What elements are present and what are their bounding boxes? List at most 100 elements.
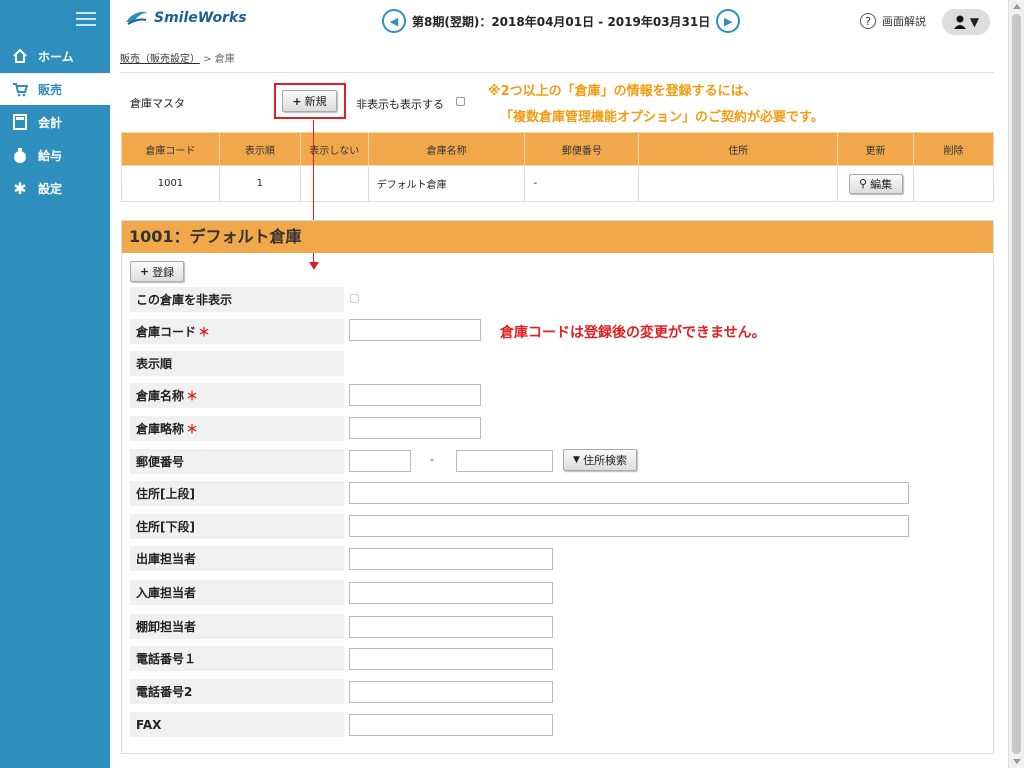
sidebar-item-accounting[interactable]: 会計	[0, 106, 110, 138]
address-search-button[interactable]: ▼ 住所検索	[563, 449, 637, 471]
zip2-input[interactable]	[456, 450, 553, 472]
sidebar-item-settings[interactable]: ✱ 設定	[0, 172, 110, 204]
sidebar-item-sales[interactable]: 販売	[0, 73, 110, 105]
column-header: 住所	[638, 132, 839, 166]
form-title: 1001：デフォルト倉庫	[122, 221, 993, 253]
form-row-tel2: 電話番号2	[130, 679, 344, 704]
sidebar-item-payroll[interactable]: 給与	[0, 139, 110, 171]
field-label: 倉庫略称＊	[130, 416, 344, 441]
form-row-addr1: 住所[上段]	[130, 481, 344, 506]
cell-code: 1001	[121, 165, 220, 202]
breadcrumb: 販売（販売設定） > 倉庫	[120, 50, 235, 65]
cell-delete	[913, 165, 994, 202]
field-label: 入庫担当者	[130, 580, 344, 605]
breadcrumb-link-sales[interactable]: 販売（販売設定）	[120, 54, 200, 65]
cell-zip: -	[524, 165, 640, 202]
sidebar-item-label: 販売	[38, 82, 63, 97]
field-label: FAX	[130, 712, 344, 737]
field-label: 倉庫名称＊	[130, 383, 344, 408]
search-icon: ⚲	[859, 177, 868, 190]
zip1-input[interactable]	[349, 450, 411, 472]
address-search-label: 住所検索	[582, 454, 627, 467]
edit-button[interactable]: ⚲ 編集	[848, 173, 903, 194]
column-header: 倉庫コード	[121, 132, 220, 166]
prev-period-button[interactable]: ◀	[382, 9, 406, 33]
help-link[interactable]: ? 画面解説	[860, 13, 926, 29]
period-label: 第8期(翌期)：2018年04月01日 - 2019年03月31日	[412, 14, 711, 29]
show-hidden-checkbox[interactable]	[456, 97, 465, 106]
column-header: 郵便番号	[524, 132, 640, 166]
hide-warehouse-checkbox[interactable]	[350, 294, 359, 303]
sidebar-item-label: ホーム	[38, 49, 74, 64]
breadcrumb-separator: >	[203, 54, 212, 65]
outbound-staff-input[interactable]	[349, 548, 553, 570]
edit-button-label: 編集	[870, 177, 893, 191]
master-title: 倉庫マスタ	[130, 97, 185, 110]
form-row-order: 表示順	[130, 351, 344, 376]
cell-order: 1	[218, 165, 301, 202]
chevron-down-icon: ▼	[969, 15, 980, 29]
scroll-up-arrow-icon[interactable]	[1013, 4, 1021, 9]
register-button[interactable]: + 登録	[130, 261, 184, 282]
inbound-staff-input[interactable]	[349, 582, 553, 604]
cell-address	[638, 165, 839, 202]
phone2-input[interactable]	[349, 681, 553, 703]
address1-input[interactable]	[349, 482, 909, 504]
app: ホーム 販売 会計 給与 ✱ 設定 SmileWorks ◀ 第8期(翌期)：2…	[0, 0, 1024, 768]
user-icon	[953, 15, 966, 29]
warehouse-table: 倉庫コード 表示順 表示しない 倉庫名称 郵便番号 住所 更新 削除 1001 …	[121, 132, 994, 202]
field-label: 電話番号１	[130, 646, 344, 671]
field-label: 電話番号2	[130, 679, 344, 704]
new-button[interactable]: + 新規	[282, 90, 337, 112]
sidebar-item-label: 設定	[38, 181, 63, 196]
divider	[120, 72, 994, 73]
column-header: 削除	[913, 132, 994, 166]
form-row-in: 入庫担当者	[130, 580, 344, 605]
form-row-out: 出庫担当者	[130, 546, 344, 571]
new-button-label: 新規	[304, 95, 327, 108]
required-mark: ＊	[186, 389, 199, 403]
gear-icon: ✱	[13, 178, 27, 198]
dropdown-icon: ▼	[573, 455, 580, 465]
address2-input[interactable]	[349, 515, 909, 537]
field-label: 倉庫コード＊	[130, 319, 344, 344]
column-header: 表示しない	[299, 132, 369, 166]
plus-icon: +	[292, 94, 302, 108]
form-row-code: 倉庫コード＊	[130, 319, 344, 344]
table-row[interactable]: 1001 1 デフォルト倉庫 - ⚲ 編集	[121, 165, 994, 202]
logo-text: SmileWorks	[154, 10, 247, 26]
sidebar-item-home[interactable]: ホーム	[0, 40, 110, 72]
breadcrumb-current: 倉庫	[214, 54, 235, 65]
column-header: 更新	[837, 132, 915, 166]
code-input[interactable]	[349, 319, 481, 341]
logo[interactable]: SmileWorks	[124, 8, 247, 28]
short-name-input[interactable]	[349, 417, 481, 439]
sidebar: ホーム 販売 会計 給与 ✱ 設定	[0, 0, 110, 768]
scroll-thumb[interactable]	[1012, 14, 1021, 754]
cell-hidden	[299, 165, 369, 202]
form-row-hide: この倉庫を非表示	[130, 287, 344, 312]
required-mark: ＊	[198, 325, 211, 339]
scroll-down-arrow-icon[interactable]	[1013, 759, 1021, 764]
column-header: 表示順	[218, 132, 301, 166]
field-label: 出庫担当者	[130, 546, 344, 571]
field-label: 表示順	[130, 351, 344, 376]
calculator-icon	[10, 114, 30, 130]
sidebar-item-label: 会計	[38, 115, 63, 130]
period-selector: ◀ 第8期(翌期)：2018年04月01日 - 2019年03月31日 ▶	[382, 9, 741, 33]
show-hidden-label: 非表示も表示する	[356, 98, 444, 111]
cell-name: デフォルト倉庫	[367, 165, 526, 202]
name-input[interactable]	[349, 384, 481, 406]
column-header: 倉庫名称	[367, 132, 526, 166]
hamburger-menu-icon[interactable]	[76, 12, 96, 28]
table-header-row: 倉庫コード 表示順 表示しない 倉庫名称 郵便番号 住所 更新 削除	[121, 132, 994, 166]
stocktake-staff-input[interactable]	[349, 616, 553, 638]
fax-input[interactable]	[349, 714, 553, 736]
next-period-button[interactable]: ▶	[716, 9, 741, 33]
register-button-label: 登録	[152, 265, 175, 279]
option-note-line1: ※2つ以上の「倉庫」の情報を登録するには、	[488, 84, 757, 99]
phone1-input[interactable]	[349, 648, 553, 670]
field-label: 住所[下段]	[130, 514, 344, 539]
user-menu-button[interactable]: ▼	[942, 9, 990, 35]
vertical-scrollbar[interactable]	[1008, 0, 1024, 768]
